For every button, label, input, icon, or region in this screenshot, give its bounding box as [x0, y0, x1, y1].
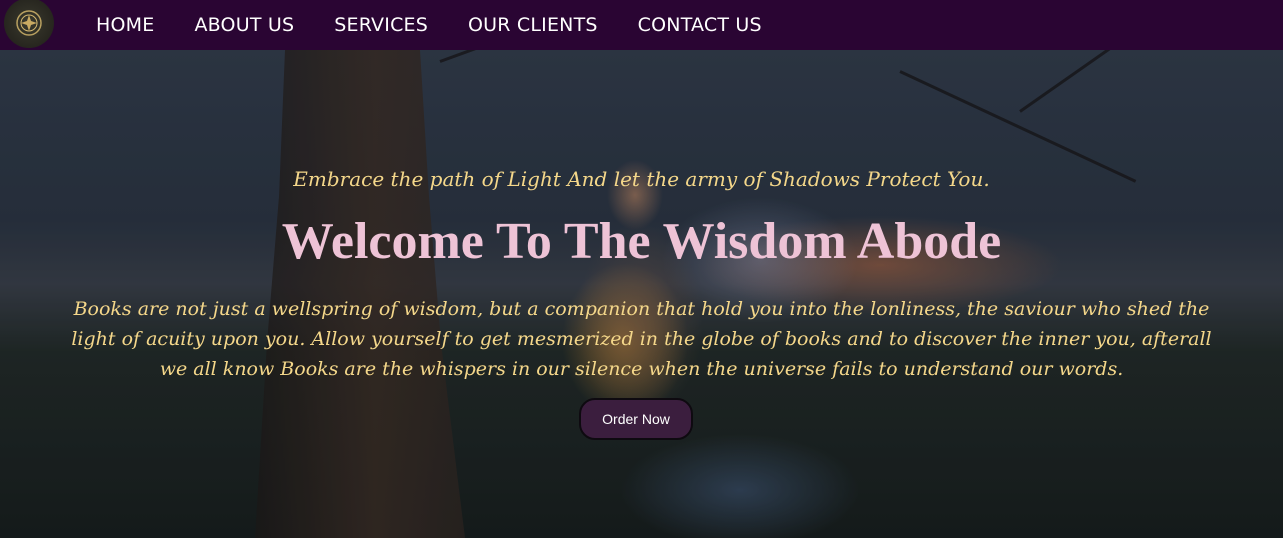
nav-links: HOME ABOUT US SERVICES OUR CLIENTS CONTA…: [96, 14, 802, 36]
nav-about-us[interactable]: ABOUT US: [194, 14, 294, 36]
top-navbar: HOME ABOUT US SERVICES OUR CLIENTS CONTA…: [0, 0, 1283, 50]
crest-emblem-icon: [16, 10, 42, 36]
nav-services[interactable]: SERVICES: [334, 14, 428, 36]
site-logo[interactable]: [4, 0, 54, 48]
order-now-button[interactable]: Order Now: [579, 398, 693, 440]
hero-content: Embrace the path of Light And let the ar…: [0, 50, 1283, 538]
nav-our-clients[interactable]: OUR CLIENTS: [468, 14, 598, 36]
hero-description: Books are not just a wellspring of wisdo…: [71, 298, 1212, 380]
hero-tagline: Embrace the path of Light And let the ar…: [293, 167, 990, 191]
nav-home[interactable]: HOME: [96, 14, 154, 36]
hero-section: Embrace the path of Light And let the ar…: [0, 50, 1283, 538]
nav-contact-us[interactable]: CONTACT US: [638, 14, 762, 36]
hero-title: Welcome To The Wisdom Abode: [281, 213, 1002, 270]
